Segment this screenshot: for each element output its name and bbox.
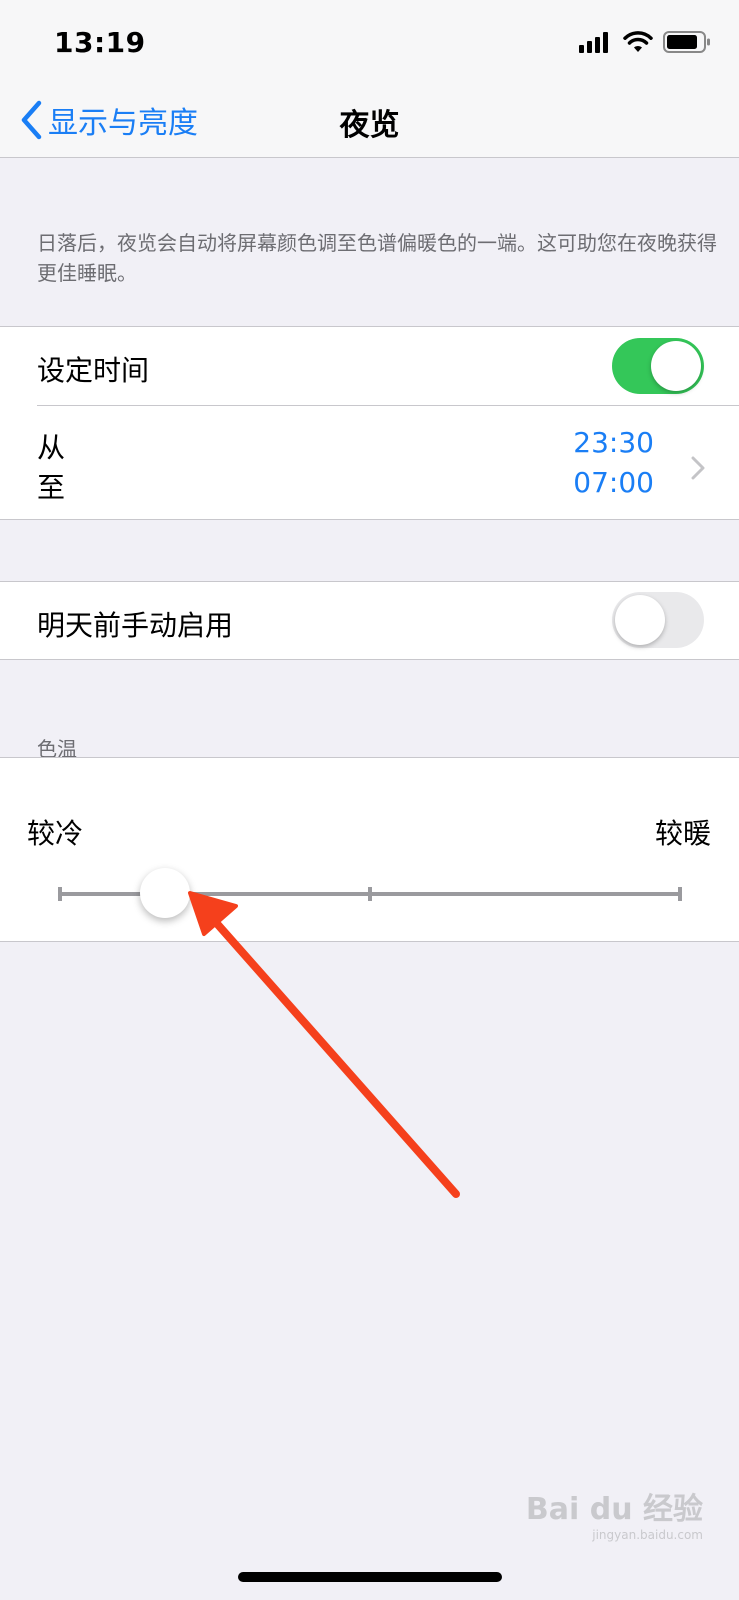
baidu-watermark: Bai du 经验 jingyan.baidu.com [526, 1484, 703, 1542]
annotation-arrow [188, 891, 460, 1198]
watermark-url: jingyan.baidu.com [592, 1528, 703, 1542]
watermark-brand: Bai du 经验 [525, 1492, 703, 1527]
home-indicator[interactable] [238, 1572, 502, 1582]
